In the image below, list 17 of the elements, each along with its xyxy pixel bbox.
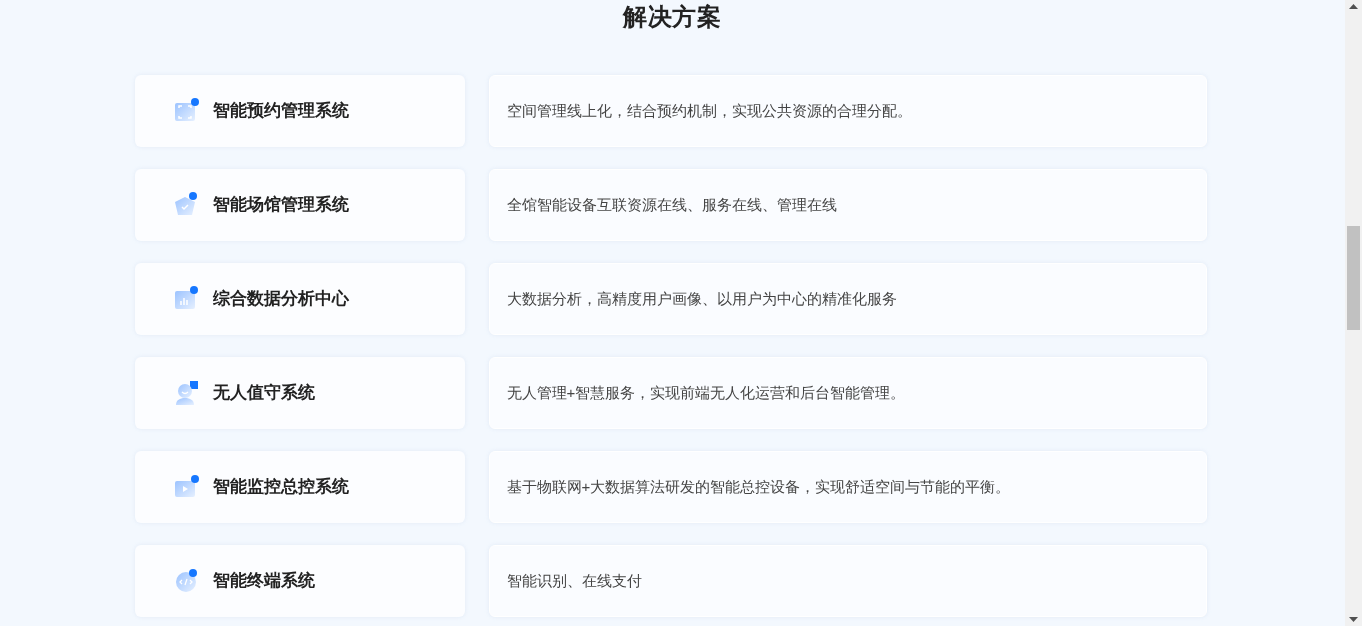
solution-description: 无人管理+智慧服务，实现前端无人化运营和后台智能管理。 [506, 382, 906, 403]
solution-description: 全馆智能设备互联资源在线、服务在线、管理在线 [506, 194, 837, 215]
solution-name: 智能预约管理系统 [212, 100, 349, 123]
solution-description: 大数据分析，高精度用户画像、以用户为中心的精准化服务 [506, 288, 897, 309]
solution-name: 智能监控总控系统 [212, 476, 349, 499]
solution-name: 无人值守系统 [212, 382, 315, 405]
solution-description: 智能识别、在线支付 [506, 570, 642, 591]
scrollbar-thumb[interactable] [1347, 226, 1360, 330]
scrollbar[interactable] [1345, 0, 1362, 626]
solution-name: 智能场馆管理系统 [212, 194, 349, 217]
section-title: 解决方案 [623, 3, 722, 31]
solution-description: 基于物联网+大数据算法研发的智能总控设备，实现舒适空间与节能的平衡。 [506, 476, 1011, 497]
scroll-down-icon[interactable] [1349, 617, 1358, 622]
solution-name: 综合数据分析中心 [212, 288, 349, 311]
scroll-up-icon[interactable] [1349, 4, 1358, 9]
solution-name: 智能终端系统 [212, 570, 315, 593]
solution-description: 空间管理线上化，结合预约机制，实现公共资源的合理分配。 [506, 100, 912, 121]
